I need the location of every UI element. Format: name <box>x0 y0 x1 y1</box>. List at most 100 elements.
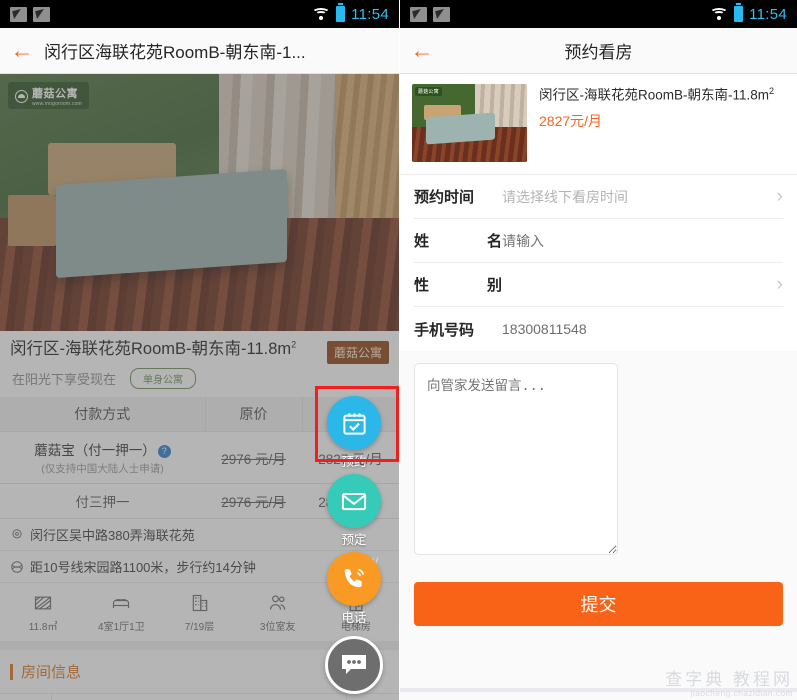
room-info-table-stub <box>0 694 399 700</box>
submit-button[interactable]: 提交 <box>414 582 783 626</box>
help-icon[interactable]: ? <box>157 445 171 458</box>
status-bar-left: 11:54 <box>0 0 399 28</box>
wifi-icon <box>710 7 729 21</box>
phone-fab-item: 电话 <box>327 552 381 626</box>
original-price-cell: 2976 元/月 <box>205 431 303 484</box>
status-time: 11:54 <box>351 5 389 23</box>
summary-title-superscript: 2 <box>769 86 775 96</box>
room-hero-image[interactable]: 蘑菇公寓 www.mogoroom.com <box>0 74 399 331</box>
roommates-icon <box>269 595 285 610</box>
gender-label-char-1: 性 <box>414 277 430 294</box>
chevron-right-icon: › <box>776 274 783 295</box>
facility-label: 4室1厅1卫 <box>97 622 145 633</box>
right-phone-screen: 11:54 ← 预约看房 蘑菇公寓 闵行区-海联花苑RoomB-朝东南-11.8… <box>400 0 797 700</box>
appointment-fab-item: 预约 <box>315 386 399 470</box>
payment-method-name: 付三押一 <box>0 483 206 519</box>
phone-label: 手机号码 <box>414 321 475 339</box>
appointment-fab-label: 预约 <box>341 455 367 469</box>
chat-fab[interactable] <box>325 636 383 694</box>
brand-chip: 蘑菇公寓 <box>326 341 389 364</box>
name-input[interactable] <box>502 232 783 249</box>
col-original-price: 原价 <box>204 397 303 432</box>
phone-row[interactable]: 手机号码 18300811548 <box>414 307 783 351</box>
mushroom-logo-icon <box>15 89 28 103</box>
notification-icon <box>33 6 50 22</box>
floating-action-stack: 预约 预定 电话 <box>315 386 399 694</box>
summary-text-block: 闵行区-海联花苑RoomB-朝东南-11.8m2 2827元/月 <box>539 84 774 162</box>
payment-method-name: 蘑菇宝（付一押一） <box>34 443 156 458</box>
bed-icon <box>113 599 130 608</box>
listing-thumbnail: 蘑菇公寓 <box>412 84 527 162</box>
booking-form-body: 蘑菇公寓 闵行区-海联花苑RoomB-朝东南-11.8m2 2827元/月 预约… <box>400 74 797 700</box>
hero-bed <box>55 168 288 278</box>
building-icon <box>192 594 207 612</box>
booking-fab-item: 预定 <box>327 474 381 548</box>
metro-text: 距10号线宋园路1100米，步行约14分钟 <box>30 560 256 575</box>
back-button[interactable]: ← <box>400 39 444 62</box>
logo-text-group: 蘑菇公寓 www.mogoroom.com <box>32 85 82 107</box>
thumb-bed <box>425 112 495 145</box>
booking-fab-label: 预定 <box>341 533 367 547</box>
left-phone-screen: 11:54 ← 闵行区海联花苑RoomB-朝东南-1... 蘑菇公寓 www.m… <box>0 0 400 700</box>
facility-layout: 4室1厅1卫 <box>82 593 160 633</box>
note-section <box>400 351 797 560</box>
col-payment-method: 付款方式 <box>0 397 206 432</box>
facility-label: 7/19层 <box>184 622 215 633</box>
gender-label: 性 别 <box>414 274 502 295</box>
listing-subtitle-row: 在阳光下享受现在 单身公寓 <box>0 364 399 397</box>
section-title: 房间信息 <box>21 664 82 681</box>
status-time: 11:54 <box>749 5 787 23</box>
summary-title: 闵行区-海联花苑RoomB-朝东南-11.8m2 <box>539 86 774 104</box>
envelope-icon <box>341 493 367 511</box>
notification-icon <box>433 6 450 22</box>
listing-title: 闵行区-海联花苑RoomB-朝东南-11.8m2 <box>10 339 327 361</box>
facility-area: 11.8㎡ <box>4 593 82 633</box>
facility-label: 11.8㎡ <box>28 622 58 633</box>
payment-method-name-wrap: 蘑菇宝（付一押一）? <box>0 439 205 459</box>
watermark-cn: 查字典 教程网 <box>665 670 793 690</box>
facility-floor: 7/19层 <box>160 593 238 633</box>
chevron-right-icon: › <box>776 186 783 207</box>
dual-screenshot: 11:54 ← 闵行区海联花苑RoomB-朝东南-1... 蘑菇公寓 www.m… <box>0 0 797 700</box>
phone-value: 18300811548 <box>502 321 587 337</box>
chat-fab-item <box>325 630 383 694</box>
gender-label-char-2: 别 <box>486 277 502 294</box>
name-label-char-2: 名 <box>486 233 502 250</box>
hero-nightstand <box>7 194 56 247</box>
calendar-check-icon <box>342 412 366 435</box>
listing-title-superscript: 2 <box>291 339 297 350</box>
phone-icon <box>344 568 364 588</box>
page-title: 闵行区海联花苑RoomB-朝东南-1... <box>44 43 306 62</box>
booking-fab[interactable] <box>327 474 381 528</box>
listing-title-text: 闵行区-海联花苑RoomB-朝东南-11.8 <box>10 340 278 358</box>
gender-row[interactable]: 性 别 › <box>414 263 783 307</box>
stub-col-b <box>52 694 347 700</box>
watermark-logo: 蘑菇公寓 www.mogoroom.com <box>8 82 89 110</box>
logo-url-text: www.mogoroom.com <box>32 100 82 107</box>
back-button[interactable]: ← <box>0 39 44 62</box>
phone-fab[interactable] <box>327 552 381 606</box>
note-textarea[interactable] <box>414 363 618 555</box>
facility-roommates: 3位室友 <box>239 593 317 633</box>
status-bar-right: 11:54 <box>400 0 797 28</box>
status-notification-icons <box>410 6 450 22</box>
listing-title-unit: m <box>277 340 292 358</box>
appointment-time-row[interactable]: 预约时间 请选择线下看房时间 › <box>414 175 783 219</box>
address-text: 闵行区吴中路380弄海联花苑 <box>30 528 195 543</box>
status-system-icons: 11:54 <box>710 3 787 23</box>
appointment-time-label: 预约时间 <box>414 189 475 206</box>
phone-fab-label: 电话 <box>341 611 367 625</box>
right-app-bar: ← 预约看房 <box>400 28 797 74</box>
notification-icon <box>10 6 27 22</box>
name-row[interactable]: 姓 名 <box>414 219 783 263</box>
appointment-fab[interactable] <box>327 396 381 450</box>
submit-section: 提交 <box>400 560 797 626</box>
summary-title-text: 闵行区-海联花苑RoomB-朝东南-11.8m <box>539 87 770 103</box>
appointment-time-value: 请选择线下看房时间 <box>502 188 628 205</box>
listing-summary-card[interactable]: 蘑菇公寓 闵行区-海联花苑RoomB-朝东南-11.8m2 2827元/月 <box>400 74 797 175</box>
left-app-bar: ← 闵行区海联花苑RoomB-朝东南-1... <box>0 28 399 74</box>
notification-icon <box>410 6 427 22</box>
listing-subtitle: 在阳光下享受现在 <box>12 372 117 387</box>
section-accent-bar <box>10 663 13 680</box>
stub-col-a <box>0 694 52 700</box>
